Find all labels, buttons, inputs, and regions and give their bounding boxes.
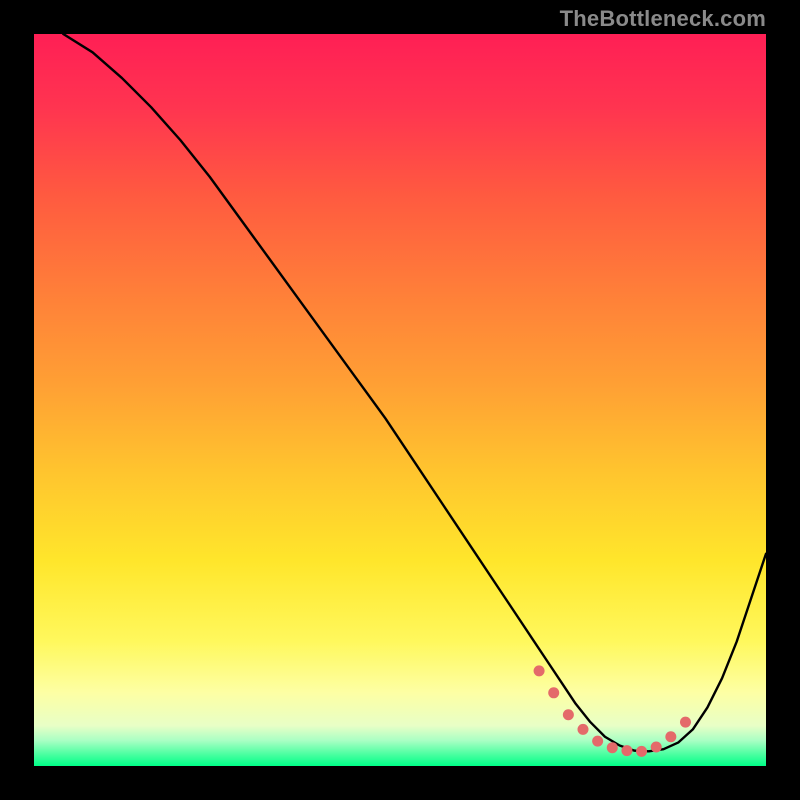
bottleneck-chart [34,34,766,766]
trough-dot [636,746,647,757]
trough-dot [680,717,691,728]
trough-dot [578,724,589,735]
trough-dot [621,745,632,756]
trough-dot [592,736,603,747]
plot-area [34,34,766,766]
trough-dot [607,742,618,753]
outer-frame: TheBottleneck.com [0,0,800,800]
watermark-text: TheBottleneck.com [560,6,766,32]
trough-dot [665,731,676,742]
trough-dot [548,687,559,698]
trough-dot [563,709,574,720]
gradient-background [34,34,766,766]
trough-dot [534,665,545,676]
trough-dot [651,741,662,752]
